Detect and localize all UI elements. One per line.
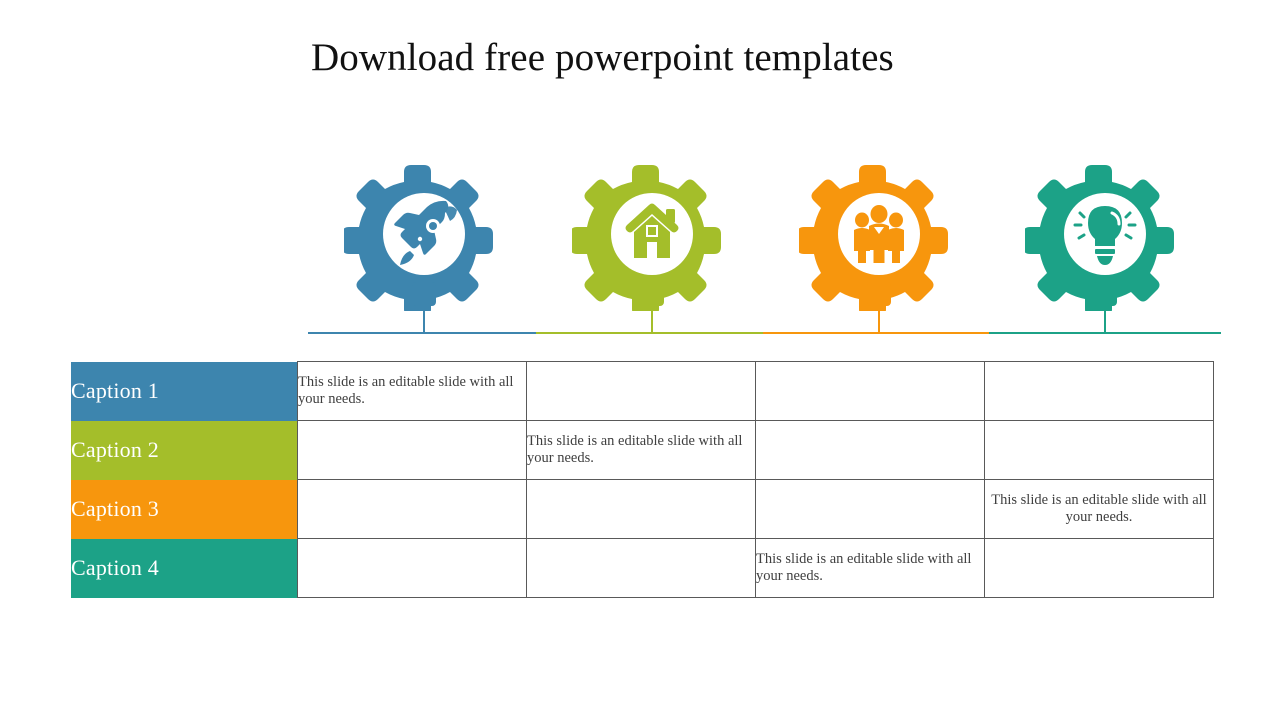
caption-label: Caption 3 bbox=[71, 496, 159, 521]
data-cell-r1c3[interactable] bbox=[755, 361, 985, 421]
data-cell-r3c2[interactable] bbox=[526, 479, 756, 539]
connector-rule-4 bbox=[989, 332, 1221, 334]
gear-icon-row bbox=[0, 0, 1280, 350]
cell-text: This slide is an editable slide with all… bbox=[527, 433, 743, 466]
data-cell-r3c4[interactable]: This slide is an editable slide with all… bbox=[984, 479, 1214, 539]
table-body: Caption 1 This slide is an editable slid… bbox=[71, 361, 1214, 598]
table-row: Caption 1 This slide is an editable slid… bbox=[71, 361, 1214, 421]
data-cell-r2c2[interactable]: This slide is an editable slide with all… bbox=[526, 420, 756, 480]
cell-text: This slide is an editable slide with all… bbox=[991, 492, 1207, 525]
data-cell-r2c1[interactable] bbox=[297, 420, 527, 480]
table-row: Caption 4 This slide is an editable slid… bbox=[71, 538, 1214, 598]
data-cell-r1c2[interactable] bbox=[526, 361, 756, 421]
caption-label: Caption 1 bbox=[71, 378, 159, 403]
connector-stem-1 bbox=[423, 303, 425, 333]
table-row: Caption 2 This slide is an editable slid… bbox=[71, 420, 1214, 480]
gear-item-3[interactable] bbox=[799, 161, 959, 311]
caption-label: Caption 4 bbox=[71, 555, 159, 580]
connector-stem-3 bbox=[878, 303, 880, 333]
connector-rule-1 bbox=[308, 332, 540, 334]
cell-text: This slide is an editable slide with all… bbox=[298, 374, 514, 407]
connector-stem-4 bbox=[1104, 303, 1106, 333]
data-cell-r3c3[interactable] bbox=[755, 479, 985, 539]
data-cell-r4c3[interactable]: This slide is an editable slide with all… bbox=[755, 538, 985, 598]
data-cell-r4c2[interactable] bbox=[526, 538, 756, 598]
table-row: Caption 3 This slide is an editable slid… bbox=[71, 479, 1214, 539]
caption-cell-3[interactable]: Caption 3 bbox=[71, 479, 298, 539]
data-cell-r4c1[interactable] bbox=[297, 538, 527, 598]
data-cell-r4c4[interactable] bbox=[984, 538, 1214, 598]
data-cell-r3c1[interactable] bbox=[297, 479, 527, 539]
caption-cell-1[interactable]: Caption 1 bbox=[71, 361, 298, 421]
gear-item-2[interactable] bbox=[572, 161, 732, 311]
connector-stem-2 bbox=[651, 303, 653, 333]
data-cell-r1c1[interactable]: This slide is an editable slide with all… bbox=[297, 361, 527, 421]
connector-rule-3 bbox=[763, 332, 995, 334]
connector-line-1 bbox=[308, 303, 540, 336]
connector-line-3 bbox=[763, 303, 995, 336]
connector-line-4 bbox=[989, 303, 1221, 336]
caption-cell-4[interactable]: Caption 4 bbox=[71, 538, 298, 598]
lightbulb-gear-icon bbox=[1025, 165, 1174, 311]
rocket-gear-icon bbox=[344, 165, 493, 311]
cell-text: This slide is an editable slide with all… bbox=[756, 551, 972, 584]
data-cell-r2c4[interactable] bbox=[984, 420, 1214, 480]
gear-item-4[interactable] bbox=[1025, 161, 1185, 311]
connector-line-2 bbox=[536, 303, 768, 336]
connector-rule-2 bbox=[536, 332, 768, 334]
caption-cell-2[interactable]: Caption 2 bbox=[71, 420, 298, 480]
data-cell-r2c3[interactable] bbox=[755, 420, 985, 480]
team-gear-icon bbox=[799, 165, 948, 311]
gear-item-1[interactable] bbox=[344, 161, 504, 311]
data-cell-r1c4[interactable] bbox=[984, 361, 1214, 421]
content-table: Caption 1 This slide is an editable slid… bbox=[71, 361, 1214, 598]
house-gear-icon bbox=[572, 165, 721, 311]
caption-label: Caption 2 bbox=[71, 437, 159, 462]
